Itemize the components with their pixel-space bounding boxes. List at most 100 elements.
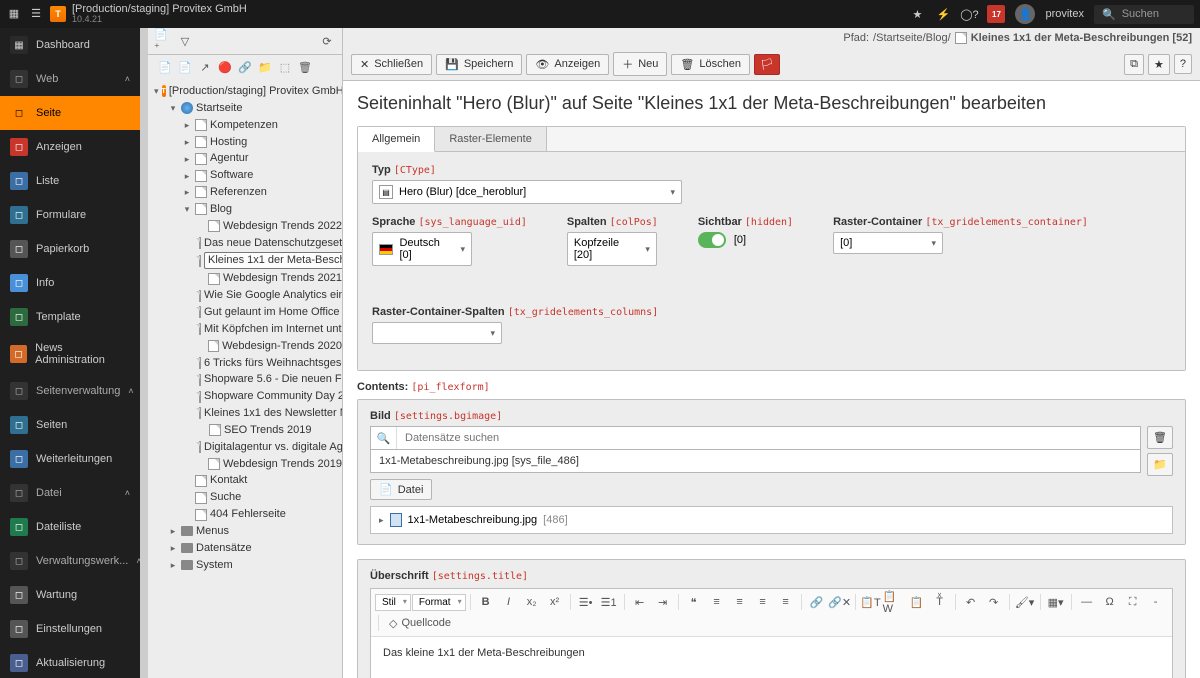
grid-columns-select[interactable] [372, 322, 502, 344]
save-button[interactable]: 💾Speichern [436, 54, 522, 75]
module-item[interactable]: ◻Dateiliste [0, 510, 140, 544]
page-mount-icon[interactable]: 🔴 [216, 59, 234, 75]
module-item[interactable]: ◻Seite [0, 96, 140, 130]
module-item[interactable]: ◻Aktualisierung [0, 646, 140, 678]
tree-node[interactable]: ▸Referenzen [150, 184, 342, 201]
toggle-icon[interactable]: ▸ [168, 525, 178, 537]
tree-node[interactable]: ▸System [150, 557, 342, 574]
user-avatar-icon[interactable]: 👤 [1015, 4, 1035, 24]
tree-node[interactable]: Webdesign Trends 2022 [150, 218, 342, 235]
redo-icon[interactable]: ↷ [983, 592, 1005, 612]
outdent-icon[interactable]: ⇤ [629, 592, 651, 612]
align-justify-icon[interactable]: ≡ [775, 592, 797, 612]
module-dashboard[interactable]: ▦ Dashboard [0, 28, 140, 62]
tree-node[interactable]: SEO Trends 2019 [150, 422, 342, 439]
calendar-icon[interactable]: 17 [987, 5, 1005, 23]
rte-content[interactable]: Das kleine 1x1 der Meta-Beschreibungen [371, 637, 1172, 678]
module-group-web[interactable]: ◻Web˄ [0, 62, 140, 96]
module-item[interactable]: ◻Seiten [0, 408, 140, 442]
file-picker-button[interactable]: 📄Datei [370, 479, 432, 500]
toggle-icon[interactable]: ▸ [168, 559, 178, 571]
module-group-datei[interactable]: ◻Datei˄ [0, 476, 140, 510]
visible-toggle[interactable] [698, 232, 726, 248]
paste-icon[interactable]: 📋 [906, 592, 928, 612]
tree-node[interactable]: ▸Agentur [150, 150, 342, 167]
tree-root[interactable]: ▾T[Production/staging] Provitex GmbH [150, 83, 342, 100]
link-icon[interactable]: 🔗 [806, 592, 828, 612]
tree-node[interactable]: ▸Software [150, 167, 342, 184]
toggle-icon[interactable]: ▸ [168, 542, 178, 554]
toggle-icon[interactable]: ▸ [182, 136, 192, 148]
apps-icon[interactable]: ▦ [6, 6, 22, 22]
view-button[interactable]: 👁Anzeigen [526, 54, 609, 75]
module-item[interactable]: ◻Einstellungen [0, 612, 140, 646]
delete-button[interactable]: 🗑Löschen [671, 54, 750, 75]
star-icon[interactable]: ★ [909, 6, 925, 22]
list-number-icon[interactable]: ☰1 [598, 592, 620, 612]
tree-node[interactable]: Suche [150, 489, 342, 506]
rte-style-select[interactable]: Stil [375, 594, 411, 611]
tree-node[interactable]: Kleines 1x1 des Newsletter Mark [150, 405, 342, 422]
columns-select[interactable]: Kopfzeile [20] [567, 232, 657, 266]
language-select[interactable]: Deutsch [0] [372, 232, 472, 266]
flash-icon[interactable]: ⚡ [935, 6, 951, 22]
tree-node[interactable]: 404 Fehlerseite [150, 506, 342, 523]
hr-icon[interactable]: — [1076, 592, 1098, 612]
new-button[interactable]: ＋Neu [613, 52, 667, 76]
splitter[interactable] [140, 28, 148, 678]
open-new-window-button[interactable]: ⧉ [1124, 54, 1144, 75]
indent-icon[interactable]: ⇥ [652, 592, 674, 612]
toggle-icon[interactable]: ▾ [182, 203, 192, 215]
tree-node[interactable]: Kleines 1x1 der Meta-Beschreibu [150, 251, 342, 270]
rte-format-select[interactable]: Format [412, 594, 466, 611]
toggle-icon[interactable]: ▸ [182, 170, 192, 182]
image-search[interactable]: 🔍 [370, 426, 1141, 450]
tab-grid[interactable]: Raster-Elemente [435, 127, 547, 151]
page-link-icon[interactable]: 🔗 [236, 59, 254, 75]
image-file-value[interactable]: 1x1-Metabeschreibung.jpg [sys_file_486] [370, 450, 1141, 473]
help-icon[interactable]: ◯? [961, 6, 977, 22]
tree-node[interactable]: Wie Sie Google Analytics einricht [150, 287, 342, 304]
module-item[interactable]: ◻Papierkorb [0, 232, 140, 266]
type-select[interactable]: ▤ Hero (Blur) [dce_heroblur] [372, 180, 682, 204]
translation-button[interactable]: 🏳 [754, 54, 780, 75]
list-bullet-icon[interactable]: ☰• [575, 592, 597, 612]
page-spacer-icon[interactable]: ⬚ [276, 59, 294, 75]
bold-icon[interactable]: B [475, 592, 497, 612]
tree-node[interactable]: Webdesign-Trends 2020 [150, 338, 342, 355]
toggle-icon[interactable]: ▸ [182, 186, 192, 198]
tree-node[interactable]: Gut gelaunt im Home Office - 6 T [150, 304, 342, 321]
page-shortcut-icon[interactable]: ↗ [196, 59, 214, 75]
align-left-icon[interactable]: ≡ [706, 592, 728, 612]
table-icon[interactable]: ▦▾ [1045, 592, 1067, 612]
subscript-icon[interactable]: x₂ [521, 592, 543, 612]
remove-format-icon[interactable]: Tͯ [929, 592, 951, 612]
close-button[interactable]: ✕Schließen [351, 54, 432, 75]
tree-node[interactable]: Kontakt [150, 472, 342, 489]
paste-text-icon[interactable]: 📋T [860, 592, 882, 612]
italic-icon[interactable]: I [498, 592, 520, 612]
attached-file[interactable]: ▸ 1x1-Metabeschreibung.jpg [486] [370, 506, 1173, 534]
module-item[interactable]: ◻Anzeigen [0, 130, 140, 164]
toggle-icon[interactable]: ▸ [182, 153, 192, 165]
page-recycle-icon[interactable]: 🗑 [296, 59, 314, 75]
tree-refresh-icon[interactable]: ⟳ [318, 32, 336, 50]
image-browse-button[interactable]: 📁 [1147, 453, 1173, 476]
tree-filter-icon[interactable]: ▽ [176, 32, 194, 50]
image-search-input[interactable] [397, 427, 1140, 449]
module-item[interactable]: ◻Template [0, 300, 140, 334]
tab-general[interactable]: Allgemein [358, 127, 435, 152]
tree-node[interactable]: 6 Tricks fürs Weihnachtsgeschäft [150, 355, 342, 372]
source-button[interactable]: ◇ Quellcode [383, 613, 457, 633]
tree-node[interactable]: Shopware Community Day 2019 [150, 388, 342, 405]
tree-node[interactable]: Das neue Datenschutzgesetz: TT [150, 235, 342, 252]
align-right-icon[interactable]: ≡ [752, 592, 774, 612]
page-standard-icon[interactable]: 📄 [156, 59, 174, 75]
paste-word-icon[interactable]: 📋W [883, 592, 905, 612]
unlink-icon[interactable]: 🔗✕ [829, 592, 851, 612]
tree-node[interactable]: Webdesign Trends 2021 [150, 270, 342, 287]
tree-node[interactable]: Webdesign Trends 2019 [150, 456, 342, 473]
specialchar-icon[interactable]: Ω [1099, 592, 1121, 612]
tree-node[interactable]: ▾Startseite [150, 100, 342, 117]
tree-node[interactable]: ▸Kompetenzen [150, 117, 342, 134]
